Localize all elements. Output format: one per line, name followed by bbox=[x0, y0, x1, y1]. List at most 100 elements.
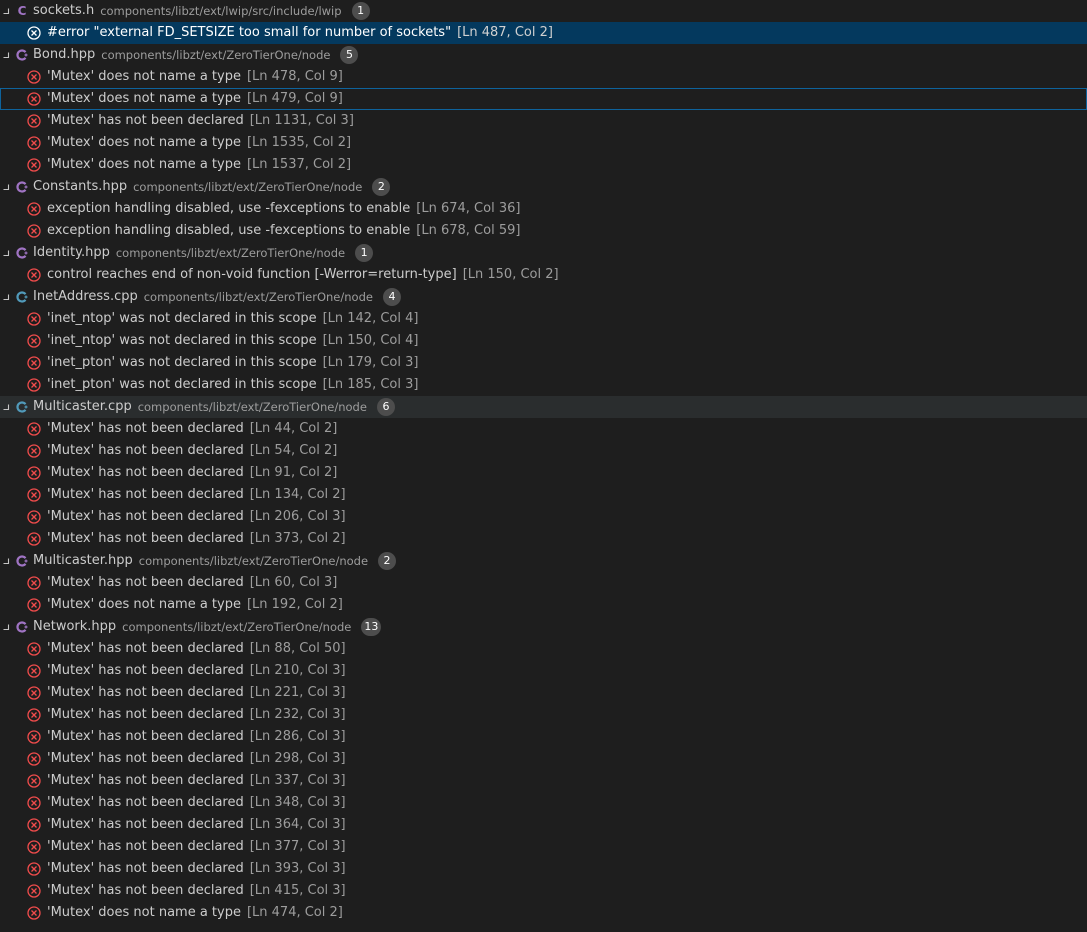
chevron-down-icon[interactable] bbox=[1, 550, 11, 572]
problem-row[interactable]: 'Mutex' does not name a type [Ln 192, Co… bbox=[0, 594, 1087, 616]
problem-location: [Ln 348, Col 3] bbox=[249, 795, 346, 810]
file-row-constants-hpp[interactable]: Constants.hpp components/libzt/ext/ZeroT… bbox=[0, 176, 1087, 198]
problem-row[interactable]: 'Mutex' has not been declared [Ln 298, C… bbox=[0, 748, 1087, 770]
problem-row[interactable]: 'Mutex' does not name a type [Ln 1535, C… bbox=[0, 132, 1087, 154]
file-row-inetaddress-cpp[interactable]: InetAddress.cpp components/libzt/ext/Zer… bbox=[0, 286, 1087, 308]
file-name: Multicaster.cpp bbox=[33, 399, 132, 414]
chevron-down-icon[interactable] bbox=[1, 242, 11, 264]
problem-row[interactable]: #error "external FD_SETSIZE too small fo… bbox=[0, 22, 1087, 44]
problem-row[interactable]: control reaches end of non-void function… bbox=[0, 264, 1087, 286]
problem-count-badge: 4 bbox=[382, 288, 401, 306]
problem-location: [Ln 337, Col 3] bbox=[249, 773, 346, 788]
problem-message: 'Mutex' has not been declared bbox=[47, 113, 244, 128]
problem-row[interactable]: 'Mutex' does not name a type [Ln 479, Co… bbox=[0, 88, 1087, 110]
error-icon bbox=[26, 132, 42, 154]
problem-location: [Ln 415, Col 3] bbox=[249, 883, 346, 898]
problem-message: exception handling disabled, use -fexcep… bbox=[47, 223, 411, 238]
problem-row[interactable]: 'Mutex' has not been declared [Ln 232, C… bbox=[0, 704, 1087, 726]
file-path: components/libzt/ext/lwip/src/include/lw… bbox=[100, 4, 342, 18]
problem-location: [Ln 54, Col 2] bbox=[249, 443, 338, 458]
error-icon bbox=[26, 154, 42, 176]
problem-row[interactable]: 'Mutex' does not name a type [Ln 1537, C… bbox=[0, 154, 1087, 176]
problem-row[interactable]: 'Mutex' has not been declared [Ln 44, Co… bbox=[0, 418, 1087, 440]
problem-location: [Ln 142, Col 4] bbox=[322, 311, 419, 326]
chevron-down-icon[interactable] bbox=[1, 396, 11, 418]
file-path: components/libzt/ext/ZeroTierOne/node bbox=[101, 48, 331, 62]
problem-location: [Ln 185, Col 3] bbox=[322, 377, 419, 392]
problem-row[interactable]: 'Mutex' has not been declared [Ln 364, C… bbox=[0, 814, 1087, 836]
problem-row[interactable]: exception handling disabled, use -fexcep… bbox=[0, 220, 1087, 242]
problem-location: [Ln 478, Col 9] bbox=[246, 69, 343, 84]
problem-message: 'inet_pton' was not declared in this sco… bbox=[47, 377, 317, 392]
error-icon bbox=[26, 528, 42, 550]
error-icon bbox=[26, 770, 42, 792]
file-row-network-hpp[interactable]: Network.hpp components/libzt/ext/ZeroTie… bbox=[0, 616, 1087, 638]
problem-row[interactable]: 'inet_ntop' was not declared in this sco… bbox=[0, 330, 1087, 352]
problem-message: 'Mutex' has not been declared bbox=[47, 641, 244, 656]
cpp-header-icon bbox=[15, 44, 29, 66]
problem-row[interactable]: 'Mutex' has not been declared [Ln 286, C… bbox=[0, 726, 1087, 748]
problem-row[interactable]: 'Mutex' has not been declared [Ln 91, Co… bbox=[0, 462, 1087, 484]
problem-row[interactable]: 'Mutex' has not been declared [Ln 60, Co… bbox=[0, 572, 1087, 594]
problem-row[interactable]: 'Mutex' does not name a type [Ln 474, Co… bbox=[0, 902, 1087, 924]
error-icon bbox=[26, 594, 42, 616]
chevron-down-icon[interactable] bbox=[1, 0, 11, 22]
cpp-header-icon bbox=[15, 550, 29, 572]
problem-row[interactable]: 'inet_pton' was not declared in this sco… bbox=[0, 374, 1087, 396]
problem-row[interactable]: 'Mutex' has not been declared [Ln 393, C… bbox=[0, 858, 1087, 880]
problem-message: 'Mutex' has not been declared bbox=[47, 795, 244, 810]
problem-message: 'Mutex' does not name a type bbox=[47, 157, 241, 172]
problem-location: [Ln 1131, Col 3] bbox=[249, 113, 354, 128]
problem-row[interactable]: 'Mutex' has not been declared [Ln 337, C… bbox=[0, 770, 1087, 792]
problem-count-badge: 5 bbox=[340, 46, 359, 64]
problem-message: 'Mutex' has not been declared bbox=[47, 751, 244, 766]
error-icon bbox=[26, 374, 42, 396]
problem-row[interactable]: 'Mutex' has not been declared [Ln 221, C… bbox=[0, 682, 1087, 704]
file-row-bond-hpp[interactable]: Bond.hpp components/libzt/ext/ZeroTierOn… bbox=[0, 44, 1087, 66]
problem-row[interactable]: 'Mutex' has not been declared [Ln 88, Co… bbox=[0, 638, 1087, 660]
problem-row[interactable]: 'Mutex' has not been declared [Ln 206, C… bbox=[0, 506, 1087, 528]
problem-row[interactable]: 'Mutex' has not been declared [Ln 348, C… bbox=[0, 792, 1087, 814]
cpp-source-icon bbox=[15, 286, 29, 308]
problem-row[interactable]: 'Mutex' has not been declared [Ln 1131, … bbox=[0, 110, 1087, 132]
problem-row[interactable]: 'Mutex' has not been declared [Ln 210, C… bbox=[0, 660, 1087, 682]
problem-row[interactable]: 'inet_pton' was not declared in this sco… bbox=[0, 352, 1087, 374]
file-row-sockets-h[interactable]: C sockets.h components/libzt/ext/lwip/sr… bbox=[0, 0, 1087, 22]
error-icon bbox=[26, 726, 42, 748]
chevron-down-icon[interactable] bbox=[1, 44, 11, 66]
file-path: components/libzt/ext/ZeroTierOne/node bbox=[122, 620, 352, 634]
problem-location: [Ln 286, Col 3] bbox=[249, 729, 346, 744]
error-icon bbox=[26, 440, 42, 462]
error-icon bbox=[26, 220, 42, 242]
problem-message: 'Mutex' has not been declared bbox=[47, 817, 244, 832]
problem-location: [Ln 179, Col 3] bbox=[322, 355, 419, 370]
problem-row[interactable]: 'Mutex' does not name a type [Ln 478, Co… bbox=[0, 66, 1087, 88]
file-row-multicaster-hpp[interactable]: Multicaster.hpp components/libzt/ext/Zer… bbox=[0, 550, 1087, 572]
file-row-identity-hpp[interactable]: Identity.hpp components/libzt/ext/ZeroTi… bbox=[0, 242, 1087, 264]
problem-row[interactable]: exception handling disabled, use -fexcep… bbox=[0, 198, 1087, 220]
problem-count-badge: 6 bbox=[376, 398, 395, 416]
file-row-multicaster-cpp[interactable]: Multicaster.cpp components/libzt/ext/Zer… bbox=[0, 396, 1087, 418]
problem-row[interactable]: 'Mutex' has not been declared [Ln 373, C… bbox=[0, 528, 1087, 550]
error-icon bbox=[26, 836, 42, 858]
chevron-down-icon[interactable] bbox=[1, 616, 11, 638]
cpp-header-icon bbox=[15, 616, 29, 638]
problem-row[interactable]: 'Mutex' has not been declared [Ln 377, C… bbox=[0, 836, 1087, 858]
c-file-icon: C bbox=[17, 4, 27, 18]
error-icon bbox=[26, 308, 42, 330]
problem-row[interactable]: 'inet_ntop' was not declared in this sco… bbox=[0, 308, 1087, 330]
chevron-down-icon[interactable] bbox=[1, 286, 11, 308]
error-icon bbox=[26, 88, 42, 110]
problem-message: 'Mutex' has not been declared bbox=[47, 509, 244, 524]
problem-row[interactable]: 'Mutex' has not been declared [Ln 134, C… bbox=[0, 484, 1087, 506]
error-icon bbox=[26, 792, 42, 814]
problem-location: [Ln 487, Col 2] bbox=[457, 25, 553, 40]
problem-count-badge: 1 bbox=[355, 244, 374, 262]
file-path: components/libzt/ext/ZeroTierOne/node bbox=[133, 180, 363, 194]
problem-location: [Ln 1537, Col 2] bbox=[246, 157, 352, 172]
chevron-down-icon[interactable] bbox=[1, 176, 11, 198]
problem-row[interactable]: 'Mutex' has not been declared [Ln 54, Co… bbox=[0, 440, 1087, 462]
problem-row[interactable]: 'Mutex' has not been declared [Ln 415, C… bbox=[0, 880, 1087, 902]
error-icon bbox=[26, 572, 42, 594]
error-icon bbox=[26, 880, 42, 902]
